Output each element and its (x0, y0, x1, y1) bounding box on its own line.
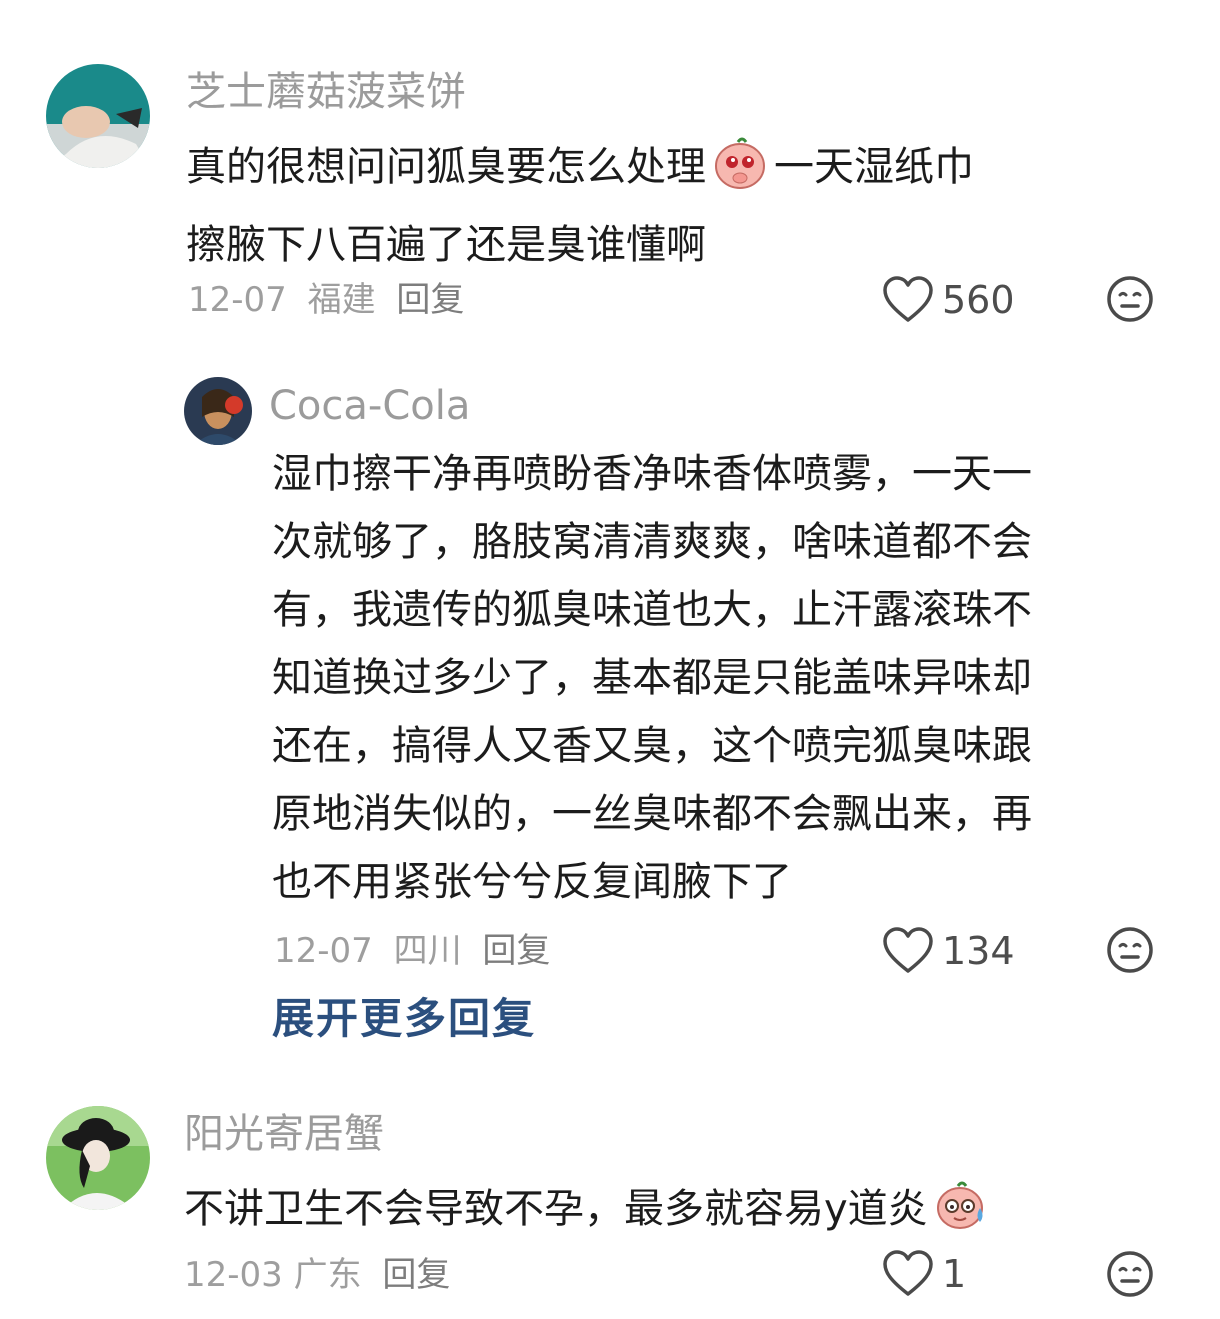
avatar[interactable] (46, 1106, 150, 1210)
like-button[interactable]: 1 (882, 1250, 966, 1298)
comment-date: 12-07 (274, 931, 373, 971)
comment-date: 12-03 (184, 1255, 283, 1295)
dislike-button[interactable] (1106, 275, 1154, 327)
neutral-face-icon (1107, 276, 1153, 322)
comment-location: 广东 (293, 1255, 362, 1295)
sweat-face-emoji (934, 1178, 988, 1253)
username[interactable]: Coca-Cola (269, 386, 470, 426)
expand-more-replies-link[interactable]: 展开更多回复 (272, 998, 536, 1040)
comment-text-line: 也不用紧张兮兮反复闻腋下了 (272, 859, 792, 905)
like-count: 1 (942, 1252, 967, 1296)
reply-button[interactable]: 回复 (482, 931, 550, 971)
like-button[interactable]: 134 (882, 927, 1015, 975)
comment-text-line: 不讲卫生不会导致不孕，最多就容易y道炎 (184, 1186, 928, 1232)
comment-text-line: 次就够了，胳肢窝清清爽爽，啥味道都不会 (272, 519, 1032, 565)
comment-text-line: 真的很想问问狐臭要怎么处理 (186, 144, 706, 190)
comment-text: 湿巾擦干净再喷盼香净味香体喷雾，一天一 次就够了，胳肢窝清清爽爽，啥味道都不会 … (272, 440, 1152, 916)
comment-date: 12-07 (188, 280, 287, 320)
avatar-image (46, 64, 150, 168)
avatar-image (46, 1106, 150, 1210)
comment-text-line: 擦腋下八百遍了还是臭谁懂啊 (186, 222, 706, 268)
comment-text-line: 还在，搞得人又香又臭，这个喷完狐臭味跟 (272, 723, 1032, 769)
reply-button[interactable]: 回复 (382, 1255, 450, 1295)
comment-text-line: 有，我遗传的狐臭味道也大，止汗露滚珠不 (272, 587, 1032, 633)
heart-outline-icon (883, 276, 933, 322)
heart-outline-icon (883, 927, 933, 973)
comment-text: 不讲卫生不会导致不孕，最多就容易y道炎 (184, 1175, 1174, 1253)
comment-text: 真的很想问问狐臭要怎么处理 一天湿纸巾 擦腋下八百遍了还是臭谁懂啊 (186, 133, 1176, 279)
like-count: 134 (942, 929, 1015, 973)
neutral-face-icon (1107, 1251, 1153, 1297)
comment-meta: 12-07 福建 回复 (188, 283, 464, 317)
username[interactable]: 阳光寄居蟹 (184, 1114, 384, 1154)
comment-location: 四川 (393, 931, 462, 971)
username[interactable]: 芝士蘑菇菠菜饼 (186, 72, 466, 112)
like-button[interactable]: 560 (882, 276, 1015, 324)
dislike-button[interactable] (1106, 1250, 1154, 1302)
dislike-button[interactable] (1106, 926, 1154, 978)
comment-text-line: 一天湿纸巾 (774, 144, 974, 190)
neutral-face-icon (1107, 927, 1153, 973)
like-count: 560 (942, 278, 1015, 322)
avatar-image (184, 377, 252, 445)
reply-button[interactable]: 回复 (396, 280, 464, 320)
heart-outline-icon (883, 1250, 933, 1296)
comment-location: 福建 (307, 280, 376, 320)
comment-text-line: 原地消失似的，一丝臭味都不会飘出来，再 (272, 791, 1032, 837)
comment-text-line: 知道换过多少了，基本都是只能盖味异味却 (272, 655, 1032, 701)
pleading-face-emoji (712, 134, 768, 211)
comment-text-line: 湿巾擦干净再喷盼香净味香体喷雾，一天一 (272, 451, 1032, 497)
comment-meta: 12-07 四川 回复 (274, 934, 550, 968)
avatar[interactable] (184, 377, 252, 445)
avatar[interactable] (46, 64, 150, 168)
comment-meta: 12-03 广东 回复 (184, 1258, 450, 1292)
